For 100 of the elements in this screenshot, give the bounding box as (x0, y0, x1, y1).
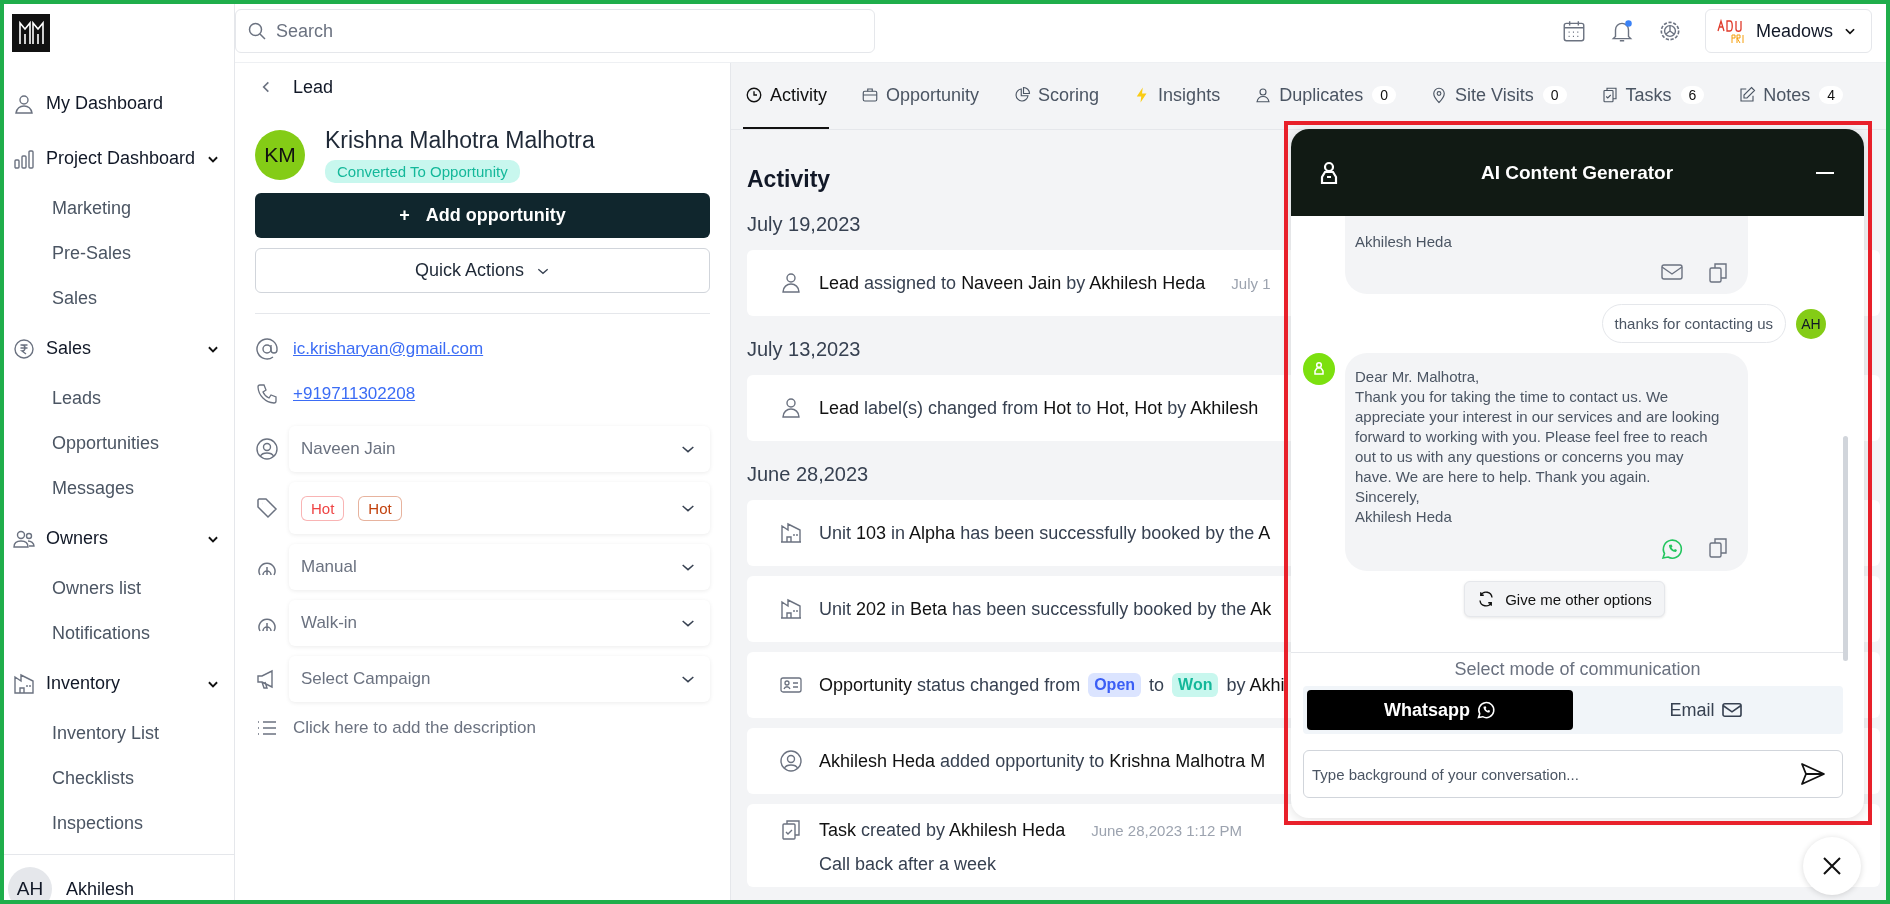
count-badge: 0 (1372, 86, 1396, 104)
sidebar-item[interactable]: Sales (12, 321, 234, 376)
bot-icon (1318, 160, 1340, 185)
message-input[interactable]: Type background of your conversation... (1303, 750, 1843, 798)
message-text: Akhilesh Heda (1355, 232, 1453, 252)
activity-text: Unit 202 in Beta has been successfully booked by the Ak (819, 598, 1272, 620)
sidebar-item[interactable]: Inventory (12, 656, 234, 711)
section-title: Activity (747, 166, 831, 193)
tag: Hot (301, 495, 345, 521)
tab[interactable]: Scoring (1011, 63, 1102, 129)
project-logo-icon (1715, 17, 1746, 45)
task-note: Call back after a week (819, 854, 997, 875)
message-text: Dear Mr. Malhotra, Thank you for taking the time to contact us. We appreciate your interest in our services and are looking forward to working with you. Please feel free to reach out to us with any questions or concerns you may have. We are here to help. Thank you again. Sincerely, Akhilesh Heda (1355, 367, 1721, 527)
tag-icon (255, 496, 279, 520)
tab[interactable]: Insights (1131, 63, 1223, 129)
sidebar-subitem[interactable]: Messages (12, 466, 234, 511)
tab[interactable]: Tasks 6 (1598, 63, 1707, 129)
whatsapp-icon (1476, 700, 1496, 720)
mode-label: Select mode of communication (1453, 659, 1702, 680)
phone-link[interactable]: +919711302208 (293, 383, 416, 404)
owner-dropdown[interactable]: Naveen Jain (289, 426, 710, 472)
tag: Hot (358, 495, 402, 521)
activity-text: Unit 103 in Alpha has been successfully booked by the A (819, 522, 1271, 544)
sidebar-subitem[interactable]: Leads (12, 376, 234, 421)
status-pill: Open (1088, 673, 1142, 697)
timestamp: June 28,2023 1:12 PM (1091, 821, 1243, 839)
count-badge: 6 (1680, 86, 1705, 104)
sub-source-dropdown[interactable]: Walk-in (289, 600, 710, 646)
lead-avatar: KM (255, 130, 305, 180)
activity-icon (779, 271, 803, 295)
mode-option[interactable]: Email (1573, 690, 1839, 730)
brand-logo-icon (12, 14, 50, 52)
tab-icon (1600, 86, 1619, 104)
phone-icon (255, 381, 279, 406)
add-opportunity-button[interactable]: + Add opportunity (255, 193, 710, 238)
date-heading: July 13,2023 (747, 338, 861, 360)
source-dropdown[interactable]: Manual (289, 544, 710, 590)
regenerate-button[interactable]: Give me other options (1464, 581, 1665, 617)
activity-text: Opportunity status changed from (819, 674, 1081, 696)
activity-icon (779, 749, 803, 773)
campaign-dropdown[interactable]: Select Campaign (289, 656, 710, 702)
mode-option[interactable]: Whatsapp (1307, 690, 1573, 730)
status-pill: Won (1172, 673, 1219, 697)
sidebar-subitem[interactable]: Owners list (12, 566, 234, 611)
activity-icon (779, 396, 803, 420)
activity-icon (779, 597, 803, 621)
project-selector[interactable]: Meadows (1704, 9, 1872, 53)
sidebar-subitem[interactable]: Checklists (12, 756, 234, 801)
count-badge: 4 (1819, 86, 1844, 104)
activity-icon (779, 818, 803, 842)
page-title: Lead (293, 76, 334, 98)
tab-icon (1430, 86, 1448, 104)
sidebar-subitem[interactable]: Pre-Sales (12, 231, 234, 276)
email-icon (1720, 701, 1743, 719)
user-name: Akhilesh (66, 878, 135, 900)
search-field[interactable]: Search (235, 9, 875, 53)
date-heading: June 28,2023 (747, 463, 869, 485)
sidebar-subitem[interactable]: Notifications (12, 611, 234, 656)
quick-actions-dropdown[interactable]: Quick Actions (255, 248, 710, 293)
sidebar-subitem[interactable]: Inspections (12, 801, 234, 846)
sidebar-subitem[interactable]: Marketing (12, 186, 234, 231)
count-badge: 0 (1542, 86, 1567, 104)
tab[interactable]: Activity (743, 63, 829, 129)
lead-name: Krishna Malhotra Malhotra (325, 127, 595, 154)
section-icon (12, 671, 36, 696)
search-icon (247, 21, 267, 41)
activity-text: by Akhi (1226, 674, 1285, 696)
user-avatar: AH (1796, 308, 1826, 339)
email-icon[interactable] (1660, 262, 1684, 282)
sidebar-subitem[interactable]: Opportunities (12, 421, 234, 466)
tab-icon (745, 86, 763, 104)
activity-text: Akhilesh Heda added opportunity to Krishna Malhotra M (819, 750, 1266, 772)
activity-text: Lead assigned to Naveen Jain by Akhilesh Heda (819, 272, 1206, 294)
tab[interactable]: Notes 4 (1736, 63, 1846, 129)
sidebar-subitem[interactable]: Inventory List (12, 711, 234, 756)
panel-title: AI Content Generator (1480, 161, 1674, 184)
tab[interactable]: Site Visits 0 (1428, 63, 1569, 129)
tags-dropdown[interactable]: Hot Hot (289, 482, 710, 534)
activity-text: to (1149, 674, 1165, 696)
copy-icon[interactable] (1708, 262, 1728, 284)
tab-icon (1738, 86, 1757, 104)
sidebar-item[interactable]: Owners (12, 511, 234, 566)
email-link[interactable]: ic.krisharyan@gmail.com (293, 338, 484, 359)
copy-icon[interactable] (1708, 537, 1728, 559)
at-sign-icon (255, 336, 279, 361)
user-circle-icon (255, 437, 279, 461)
tab-icon (1254, 86, 1273, 104)
status-badge: Converted To Opportunity (325, 160, 520, 183)
tab-icon (861, 86, 879, 104)
activity-text: Task created by Akhilesh Heda (819, 819, 1066, 841)
activity-icon (779, 521, 803, 545)
send-icon[interactable] (1799, 761, 1827, 787)
sidebar-subitem[interactable]: Sales (12, 276, 234, 321)
description-placeholder[interactable]: Click here to add the description (293, 718, 536, 738)
tab[interactable]: Duplicates 0 (1252, 63, 1398, 129)
tab[interactable]: Opportunity (859, 63, 982, 129)
tab-icon (1013, 86, 1032, 104)
sidebar-item[interactable]: Project Dashboard (12, 131, 234, 186)
date-heading: July 19,2023 (747, 213, 861, 235)
sidebar-item[interactable]: My Dashboard (12, 76, 234, 131)
